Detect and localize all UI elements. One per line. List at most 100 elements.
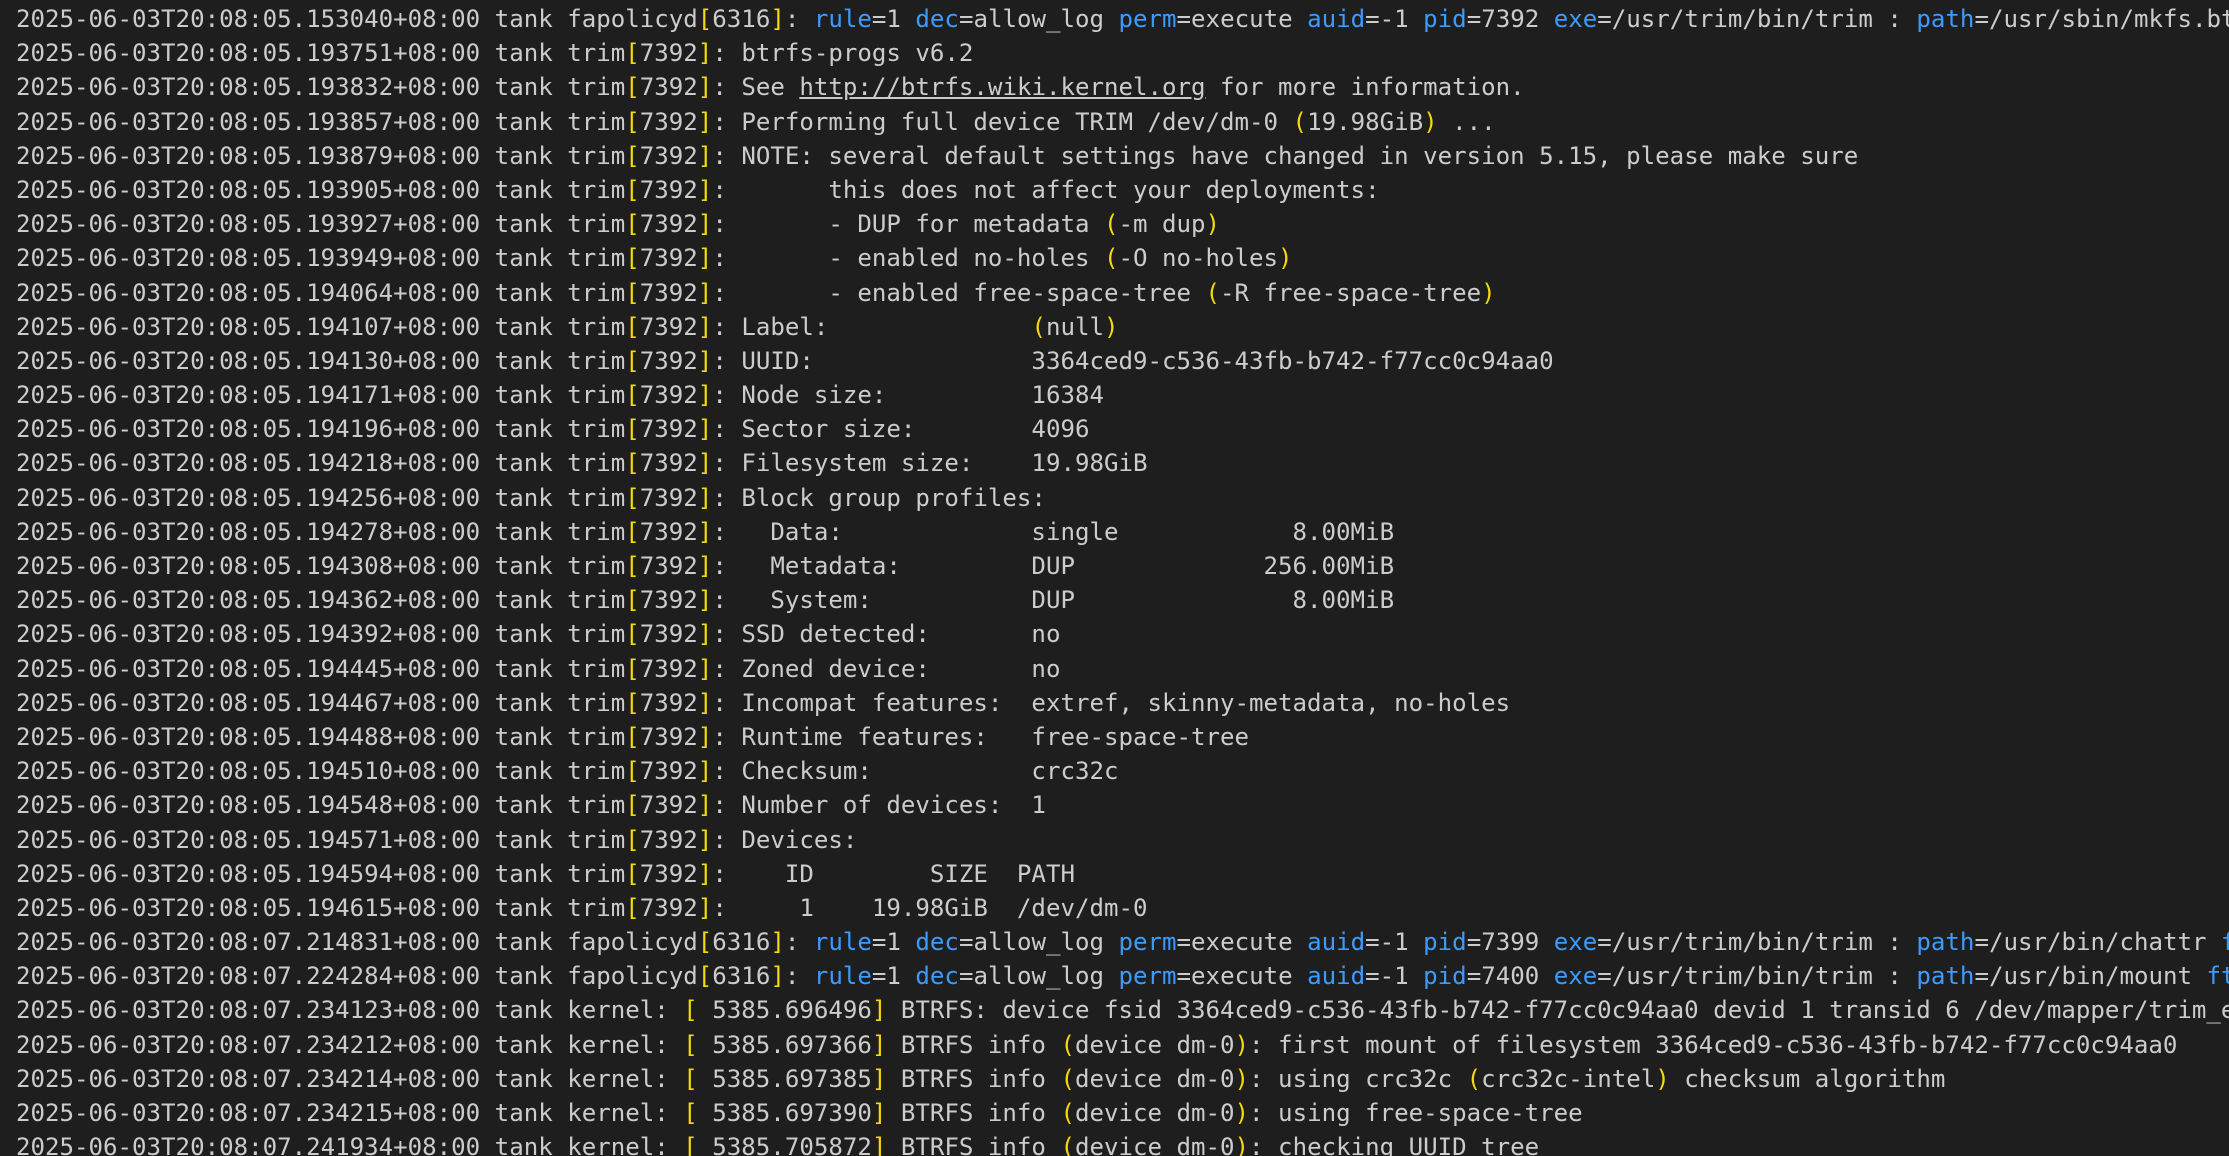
log-text: 5385.696496 [697,996,872,1025]
log-text: 2025-06-03T20:08:05.194171+08:00 tank tr… [16,381,626,410]
log-bracket: [ [625,210,640,239]
log-key: pid [1423,5,1467,33]
log-text: : Checksum: crc32c [712,757,1119,786]
log-line: 2025-06-03T20:08:05.194510+08:00 tank tr… [0,754,2229,788]
log-text: : ID SIZE PATH [712,859,1075,888]
terminal-output[interactable]: 2025-06-03T20:08:05.153040+08:00 tank fa… [0,0,2229,1156]
log-text: =/usr/trim/bin/trim : [1597,5,1917,33]
log-bracket: ] [697,381,713,410]
log-bracket: ) [1205,210,1221,239]
log-bracket: ] [697,210,713,239]
log-text: 7392 [639,346,698,375]
log-bracket: ] [697,654,713,683]
log-text: : Runtime features: free-space-tree [712,722,1250,751]
log-bracket: [ [625,278,640,307]
log-key: path [1916,962,1975,991]
log-line: 2025-06-03T20:08:05.194107+08:00 tank tr… [0,310,2229,344]
log-line: 2025-06-03T20:08:05.194362+08:00 tank tr… [0,583,2229,617]
log-text: =execute [1176,962,1308,991]
log-bracket: [ [683,996,698,1025]
log-text: : [784,5,814,33]
log-text: 2025-06-03T20:08:07.234214+08:00 tank ke… [16,1064,684,1093]
log-text: 7392 [639,73,698,102]
log-text: 2025-06-03T20:08:07.214831+08:00 tank fa… [16,928,698,957]
log-text: 2025-06-03T20:08:05.194392+08:00 tank tr… [16,620,626,649]
log-bracket: ] [871,1030,887,1059]
log-text: 5385.697390 [697,1099,872,1127]
log-line: 2025-06-03T20:08:05.193857+08:00 tank tr… [0,105,2229,139]
log-line: 2025-06-03T20:08:05.193927+08:00 tank tr… [0,207,2229,241]
log-text: 7392 [639,244,698,273]
log-line: 2025-06-03T20:08:05.193879+08:00 tank tr… [0,139,2229,173]
log-text: 5385.697366 [697,1030,872,1059]
log-text: =-1 [1365,962,1424,991]
log-text: 5385.697385 [697,1064,872,1093]
log-bracket: ] [770,962,785,991]
log-text: : first mount of filesystem 3364ced9-c53… [1249,1030,2178,1059]
log-bracket: ( [1103,210,1119,239]
log-text: 7392 [639,552,698,580]
log-bracket: [ [625,483,640,512]
log-line: 2025-06-03T20:08:05.153040+08:00 tank fa… [0,2,2229,36]
log-text: 7392 [639,312,698,341]
log-text: 7392 [639,859,698,888]
log-bracket: ] [697,757,713,786]
log-bracket: ] [697,893,713,922]
log-text: 2025-06-03T20:08:05.194548+08:00 tank tr… [16,791,626,820]
log-text: ... [1437,107,1496,136]
log-key: path [1916,928,1975,957]
log-bracket: [ [625,893,640,922]
log-text: 7392 [639,175,698,204]
log-bracket: [ [683,1099,698,1127]
log-bracket: [ [625,449,640,478]
log-text: =-1 [1365,928,1424,957]
log-text: =allow_log [958,5,1119,33]
log-bracket: ] [697,175,713,204]
log-text: 7392 [639,483,698,512]
log-line: 2025-06-03T20:08:05.194218+08:00 tank tr… [0,446,2229,480]
log-text: 7392 [639,415,698,444]
log-line: 2025-06-03T20:08:05.194278+08:00 tank tr… [0,515,2229,549]
log-text: 2025-06-03T20:08:05.153040+08:00 tank fa… [16,5,698,33]
log-text: device dm-0 [1074,1133,1235,1156]
log-link[interactable]: http://btrfs.wiki.kernel.org [799,73,1205,101]
log-text: 2025-06-03T20:08:05.194467+08:00 tank tr… [16,688,626,717]
log-bracket: ] [697,39,713,68]
log-text: checksum algorithm [1669,1064,1946,1093]
log-text: 7392 [639,825,698,854]
log-bracket: [ [625,552,640,580]
log-bracket: [ [625,415,640,444]
log-bracket: [ [625,517,640,546]
log-text: : btrfs-progs v6.2 [712,39,974,68]
log-bracket: ] [697,791,713,820]
log-bracket: ( [1060,1064,1075,1093]
log-text: =execute [1176,5,1308,33]
log-bracket: ] [697,586,713,615]
log-bracket: [ [697,928,713,957]
log-bracket: ) [1234,1133,1250,1156]
log-text: 6316 [712,928,771,957]
log-text: 7392 [639,722,698,751]
log-text: 19.98GiB [1307,107,1424,136]
log-text: 2025-06-03T20:08:05.194064+08:00 tank tr… [16,278,626,307]
log-key: rule [813,962,872,991]
log-text: : - enabled no-holes [712,244,1104,273]
log-text: : Performing full device TRIM /dev/dm-0 [712,107,1293,136]
log-text: : using crc32c [1249,1064,1467,1093]
log-key: dec [915,5,959,33]
log-text: : Incompat features: extref, skinny-meta… [712,688,1511,717]
log-text: : [784,962,814,991]
log-bracket: [ [697,962,713,991]
log-text: 7392 [639,620,698,649]
log-key: path [1916,5,1975,33]
log-text: =/usr/trim/bin/trim : [1597,928,1917,957]
log-bracket: [ [625,107,640,136]
log-text: : Block group profiles: [712,483,1046,512]
log-text: =1 [871,928,916,957]
log-key: exe [1553,5,1598,33]
log-text: 7392 [639,39,698,68]
log-text: 7392 [639,654,698,683]
log-line: 2025-06-03T20:08:05.194467+08:00 tank tr… [0,686,2229,720]
log-text: 7392 [639,278,698,307]
log-text: 7392 [639,449,698,478]
